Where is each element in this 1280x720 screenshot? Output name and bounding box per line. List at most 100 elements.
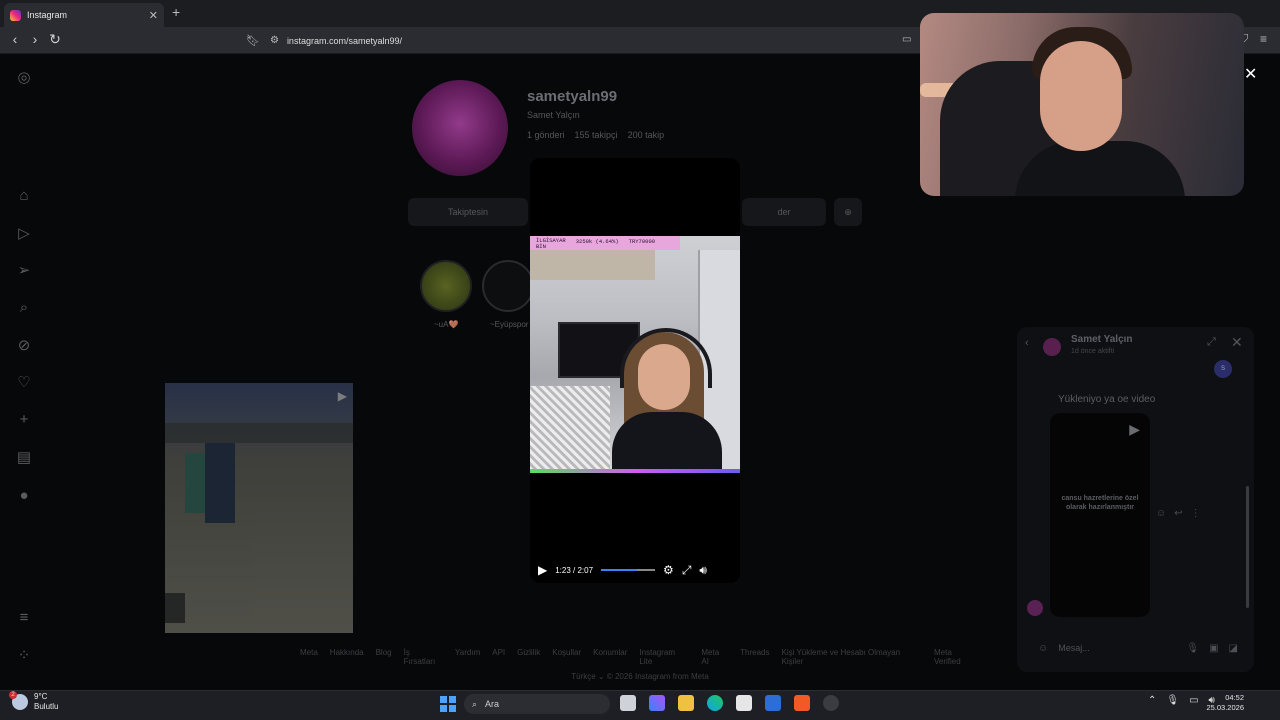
- image-icon[interactable]: ▣: [1209, 643, 1218, 654]
- file-explorer-icon[interactable]: [678, 695, 694, 711]
- reply-icon[interactable]: ↩: [1174, 508, 1182, 519]
- footer-link[interactable]: Meta AI: [701, 648, 728, 666]
- chat-avatar[interactable]: [1043, 338, 1061, 356]
- followers-count[interactable]: 155 takipçi: [575, 130, 618, 140]
- notifications-heart-icon[interactable]: ♡: [14, 373, 34, 393]
- mail-icon[interactable]: [765, 695, 781, 711]
- volume-icon[interactable]: 🔊︎: [699, 563, 707, 578]
- footer-link[interactable]: Yardım: [455, 648, 480, 666]
- footer-link[interactable]: Kişi Yükleme ve Hesabı Olmayan Kişiler: [781, 648, 922, 666]
- windows-start-icon[interactable]: [440, 696, 456, 712]
- expand-icon[interactable]: ⤢: [1207, 336, 1216, 349]
- profile-avatar-icon[interactable]: ●: [14, 486, 34, 506]
- play-icon[interactable]: ▶: [538, 563, 547, 577]
- address-bar[interactable]: 🔖︎ ⚙︎ instagram.com/sametyaln99/: [246, 31, 920, 50]
- video-progress-bar[interactable]: [601, 569, 656, 571]
- stream-overlay-mid: 3250k (4.64%): [575, 238, 619, 245]
- forward-icon[interactable]: ›: [26, 31, 44, 47]
- footer-link[interactable]: Meta Verified: [934, 648, 980, 666]
- messages-icon[interactable]: ➢: [14, 261, 34, 281]
- footer-link[interactable]: Gizlilik: [517, 648, 540, 666]
- message-button[interactable]: der: [742, 198, 826, 226]
- footer-link[interactable]: İş Fırsatları: [404, 648, 443, 666]
- fullscreen-icon[interactable]: ⤢: [682, 563, 692, 578]
- cast-icon[interactable]: ▭: [902, 34, 911, 45]
- following-count[interactable]: 200 takip: [628, 130, 665, 140]
- meta-apps-icon[interactable]: ⁘: [14, 646, 34, 666]
- explore-icon[interactable]: ⊘: [14, 336, 34, 356]
- stream-overlay-left: İLGİSAYAR BİN: [536, 237, 566, 250]
- url-text[interactable]: instagram.com/sametyaln99/: [287, 36, 402, 46]
- message-input[interactable]: Mesaj...: [1058, 643, 1176, 653]
- chat-message[interactable]: Yükleniyo ya oe video: [1058, 394, 1155, 405]
- new-tab-button[interactable]: +: [172, 4, 180, 20]
- footer-link[interactable]: Instagram Lite: [639, 648, 689, 666]
- more-menu-icon[interactable]: ≡: [14, 608, 34, 628]
- reels-icon[interactable]: ▷: [14, 224, 34, 244]
- highlight-label: ~Eyüpspor: [490, 320, 529, 329]
- footer-link[interactable]: Koşullar: [552, 648, 581, 666]
- video-time: 1:23 / 2:07: [555, 565, 594, 575]
- back-chevron-icon[interactable]: ‹: [1025, 337, 1029, 349]
- close-tab-icon[interactable]: ✕: [149, 9, 158, 22]
- brave-browser-icon[interactable]: [794, 695, 810, 711]
- dashboard-icon[interactable]: ▤: [14, 448, 34, 468]
- chevron-down-icon[interactable]: ⌄: [598, 672, 607, 681]
- chat-video-message[interactable]: ▶: [1050, 413, 1150, 617]
- chat-contact-name[interactable]: Samet Yalçın: [1071, 334, 1133, 345]
- edge-browser-icon[interactable]: [707, 695, 723, 711]
- menu-icon[interactable]: ≡: [1260, 32, 1267, 46]
- close-chat-icon[interactable]: ✕: [1231, 334, 1243, 351]
- app-icon[interactable]: [823, 695, 839, 711]
- footer-link[interactable]: Meta: [300, 648, 318, 666]
- more-options-icon[interactable]: ⋮: [1191, 508, 1201, 519]
- create-plus-icon[interactable]: +: [14, 410, 34, 430]
- video-frame[interactable]: İLGİSAYAR BİN 3250k (4.64%) TRY70000: [530, 236, 740, 470]
- home-icon[interactable]: ⌂: [14, 186, 34, 206]
- chat-scrollbar[interactable]: [1246, 486, 1249, 608]
- microphone-icon[interactable]: 🎙︎: [1186, 643, 1199, 654]
- story-highlight[interactable]: [420, 260, 472, 312]
- react-emoji-icon[interactable]: ☺: [1156, 508, 1166, 519]
- profile-username: sametyaln99: [527, 88, 618, 105]
- message-composer[interactable]: ☺ Mesaj... 🎙︎ ▣ ◪: [1038, 637, 1238, 659]
- weather-widget[interactable]: 2 9°C Bulutlu: [9, 691, 58, 712]
- microphone-icon[interactable]: 🎙︎: [1166, 695, 1179, 706]
- taskbar-clock[interactable]: 04:52 25.03.2026: [1200, 693, 1244, 713]
- following-button[interactable]: Takiptesin: [408, 198, 528, 226]
- clock-time: 04:52: [1225, 693, 1244, 702]
- search-icon[interactable]: ⌕: [14, 298, 34, 318]
- streamer: [612, 328, 722, 470]
- network-icon[interactable]: ▭: [1189, 695, 1198, 706]
- settings-gear-icon[interactable]: ⚙: [663, 563, 674, 577]
- play-icon[interactable]: ▶: [1129, 421, 1140, 438]
- footer-link[interactable]: Hakkında: [330, 648, 364, 666]
- app-icon[interactable]: [649, 695, 665, 711]
- language-selector[interactable]: Türkçe: [571, 672, 595, 681]
- bookmark-icon[interactable]: 🔖︎: [246, 34, 260, 47]
- footer-links: Meta Hakkında Blog İş Fırsatları Yardım …: [300, 648, 980, 666]
- emoji-icon[interactable]: ☺: [1038, 643, 1048, 654]
- footer-link[interactable]: Blog: [376, 648, 392, 666]
- back-icon[interactable]: ‹: [6, 31, 24, 47]
- reload-icon[interactable]: ↻: [46, 31, 64, 48]
- close-icon[interactable]: ✕: [1244, 64, 1257, 84]
- chevron-up-icon[interactable]: ⌃: [1148, 695, 1156, 706]
- footer-link[interactable]: Threads: [740, 648, 769, 666]
- sticker-icon[interactable]: ◪: [1229, 643, 1238, 654]
- task-view-icon[interactable]: [620, 695, 636, 711]
- footer-link[interactable]: Konumlar: [593, 648, 627, 666]
- search-icon: ⌕: [472, 698, 478, 709]
- video-player[interactable]: İLGİSAYAR BİN 3250k (4.64%) TRY70000 ▶ 1…: [530, 158, 740, 583]
- posts-count[interactable]: 1 gönderi: [527, 130, 565, 140]
- taskbar-search[interactable]: ⌕ Ara: [464, 694, 610, 714]
- site-settings-icon[interactable]: ⚙︎: [270, 35, 279, 46]
- store-icon[interactable]: [736, 695, 752, 711]
- profile-avatar[interactable]: [412, 80, 508, 176]
- browser-tab[interactable]: Instagram ✕: [4, 3, 164, 27]
- instagram-logo-icon[interactable]: ◎: [14, 68, 34, 88]
- story-highlight[interactable]: [482, 260, 534, 312]
- post-thumbnail[interactable]: ▶: [165, 383, 353, 633]
- suggest-user-button[interactable]: ⊕: [834, 198, 862, 226]
- footer-link[interactable]: API: [492, 648, 505, 666]
